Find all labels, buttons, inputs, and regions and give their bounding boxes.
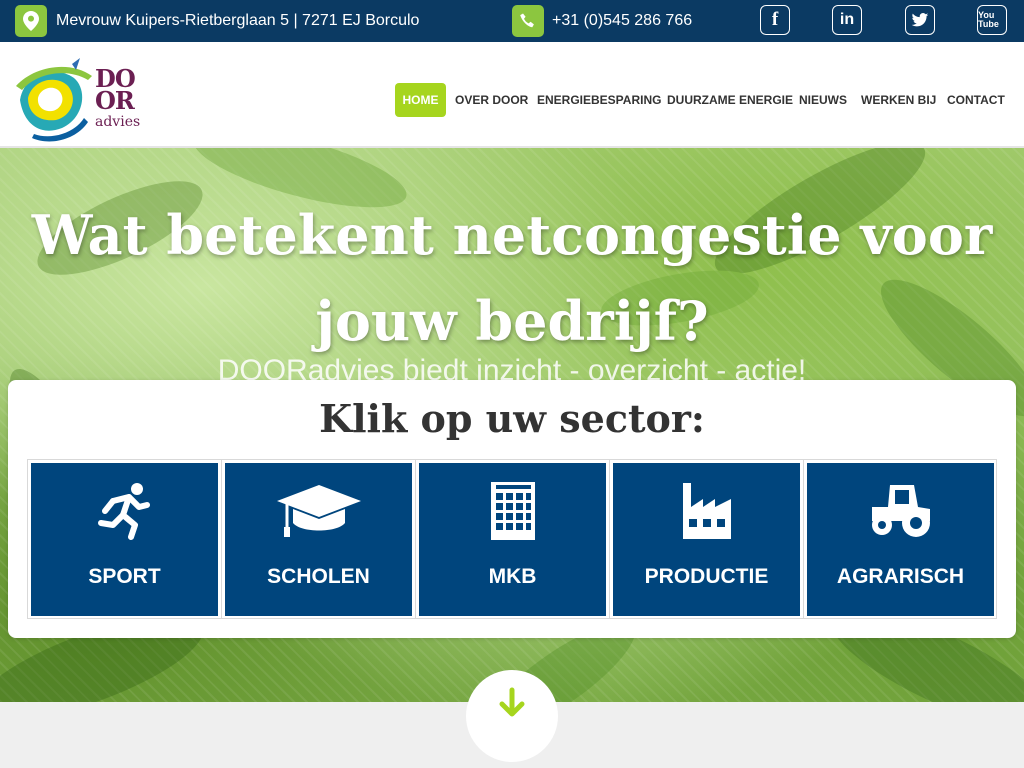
sector-tile-agrarisch[interactable]: AGRARISCH (807, 463, 994, 616)
nav-contact[interactable]: CONTACT (947, 83, 1005, 117)
sector-label: PRODUCTIE (644, 565, 769, 588)
phone-icon[interactable] (512, 5, 544, 37)
tile-divider (803, 460, 804, 618)
youtube-icon[interactable]: You Tube (977, 5, 1007, 35)
sector-tile-scholen[interactable]: SCHOLEN (225, 463, 412, 616)
sector-tile-sport[interactable]: SPORT (31, 463, 218, 616)
office-building-icon (419, 481, 606, 545)
tile-divider (609, 460, 610, 618)
tile-divider (415, 460, 416, 618)
logo-swirl (16, 58, 92, 142)
tile-divider (221, 460, 222, 618)
sector-tiles: SPORT SCHOLEN MKB PRODUCTIE AGRARISCH (27, 459, 997, 619)
nav-werken-bij[interactable]: WERKEN BIJ (861, 83, 936, 117)
factory-icon (613, 481, 800, 545)
sector-label: SPORT (88, 565, 161, 588)
logo-text-advies: advies (95, 114, 141, 130)
sector-label: MKB (488, 565, 537, 588)
nav-nieuws[interactable]: NIEUWS (799, 83, 847, 117)
scroll-down-button[interactable] (466, 670, 558, 762)
sector-label: SCHOLEN (267, 565, 370, 588)
nav-duurzame-energie[interactable]: DUURZAME ENERGIE (667, 83, 793, 117)
sector-tile-productie[interactable]: PRODUCTIE (613, 463, 800, 616)
graduation-cap-icon (225, 481, 412, 545)
door-advies-logo[interactable]: DO OR advies (14, 56, 154, 142)
logo-text-or: OR (95, 86, 135, 115)
sector-panel-title: Klik op uw sector: (319, 396, 705, 441)
sector-label: AGRARISCH (836, 565, 965, 588)
sector-tile-mkb[interactable]: MKB (419, 463, 606, 616)
map-pin-icon (15, 5, 47, 37)
sector-panel: Klik op uw sector: SPORT SCHOLEN MKB PRO… (8, 380, 1016, 638)
twitter-icon[interactable] (905, 5, 935, 35)
site-header: DO OR advies HOME OVER DOOR ENERGIEBESPA… (0, 42, 1024, 148)
top-contact-bar: Mevrouw Kuipers-Rietberglaan 5 | 7271 EJ… (0, 0, 1024, 42)
tractor-icon (807, 481, 994, 545)
arrow-down-icon (499, 687, 525, 717)
running-person-icon (31, 481, 218, 545)
phone-number[interactable]: +31 (0)545 286 766 (552, 12, 692, 30)
address-text: Mevrouw Kuipers-Rietberglaan 5 | 7271 EJ… (56, 12, 420, 29)
nav-energiebesparing[interactable]: ENERGIEBESPARING (537, 83, 661, 117)
facebook-icon[interactable]: f (760, 5, 790, 35)
linkedin-icon[interactable]: in (832, 5, 862, 35)
hero-title: Wat betekent netcongestie voor jouw bedr… (31, 203, 993, 353)
nav-over-door[interactable]: OVER DOOR (455, 83, 528, 117)
nav-home[interactable]: HOME (395, 83, 446, 117)
